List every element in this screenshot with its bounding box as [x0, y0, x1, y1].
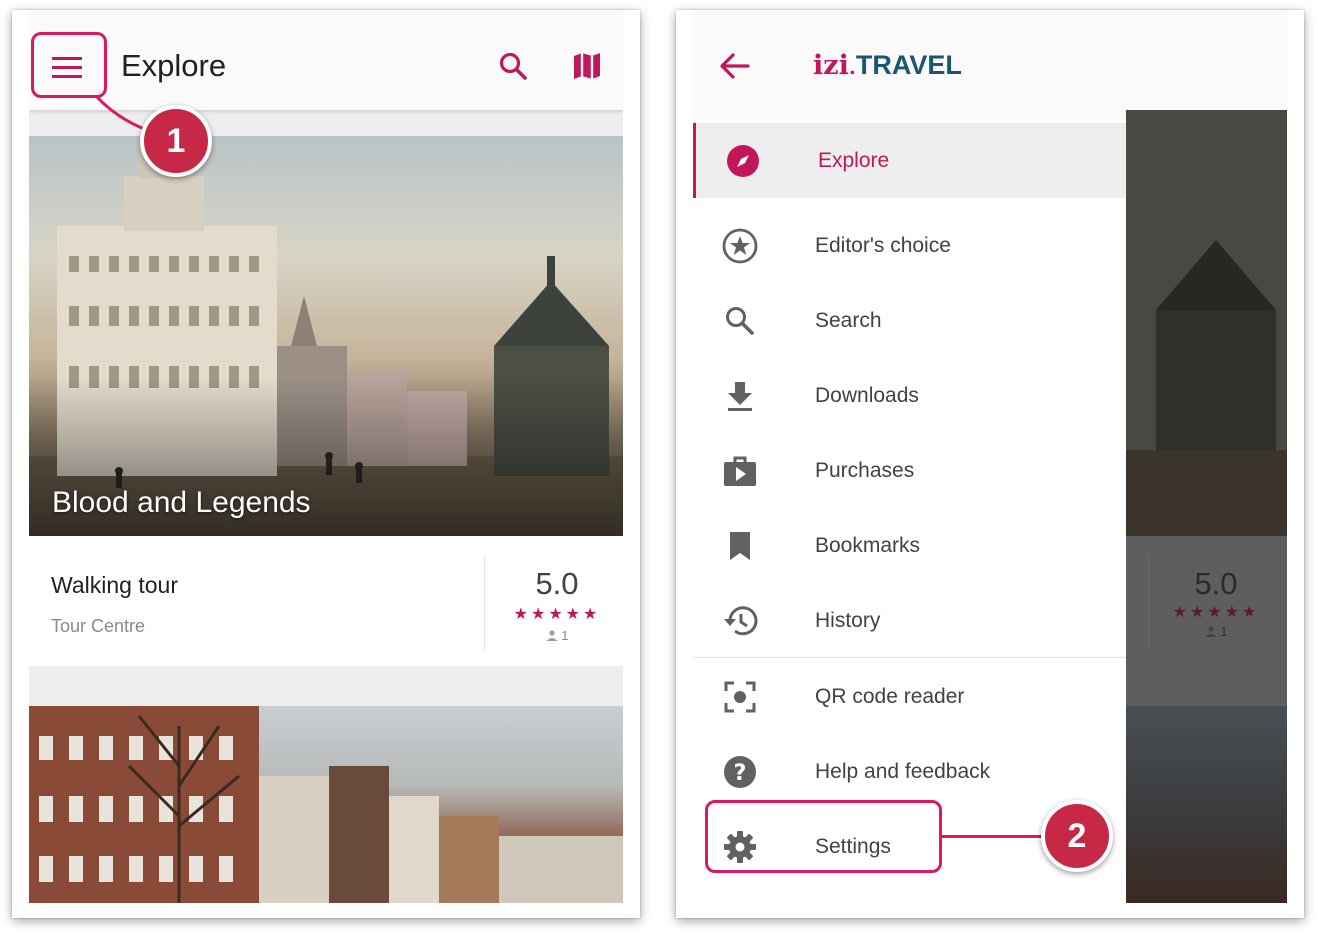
logo-dot: .	[848, 55, 856, 79]
drawer-divider	[693, 657, 1126, 658]
callout-2-connector	[942, 835, 1044, 838]
backdrop-review-count-value: 1	[1220, 624, 1228, 639]
drawer-item-label: Help and feedback	[815, 759, 991, 783]
download-icon	[720, 376, 760, 416]
drawer-item-label: Purchases	[815, 458, 915, 482]
drawer-item-label: QR code reader	[815, 684, 965, 708]
backdrop-rating-score: 5.0	[1194, 566, 1238, 601]
drawer-item-label: Search	[815, 308, 882, 332]
tour-author: Tour Centre	[51, 616, 146, 636]
info-divider	[484, 556, 485, 650]
navigation-drawer: Explore Editor's choice Search Downloads	[693, 120, 1126, 903]
drawer-item-explore[interactable]: Explore	[693, 123, 1126, 198]
search-button[interactable]	[493, 46, 533, 86]
tour-image: Blood and Legends	[29, 136, 623, 536]
person-icon	[546, 628, 562, 643]
tour-rating: 5.0 ★★★★★ 1	[499, 566, 615, 643]
tour-info: Walking tour Tour Centre 5.0 ★★★★★ 1	[29, 536, 623, 666]
drawer-header: izi.TRAVEL	[693, 10, 1287, 110]
backdrop-next-card	[1126, 706, 1287, 903]
tour-card-next[interactable]	[29, 706, 623, 903]
settings-highlight	[705, 800, 942, 873]
svg-text:?: ?	[734, 761, 747, 786]
drawer-item-qr-code-reader[interactable]: QR code reader	[693, 659, 1126, 734]
drawer-item-history[interactable]: History	[693, 583, 1126, 658]
drawer-item-bookmarks[interactable]: Bookmarks	[693, 508, 1126, 583]
drawer-item-help-and-feedback[interactable]: ? Help and feedback	[693, 734, 1126, 809]
drawer-item-label: Downloads	[815, 383, 919, 407]
tour-card[interactable]: Blood and Legends Walking tour Tour Cent…	[29, 136, 623, 666]
qr-scan-icon	[720, 677, 760, 717]
help-icon: ?	[720, 752, 760, 792]
back-button[interactable]	[713, 48, 757, 84]
drawer-content: izi.TRAVEL 5.0 ★★★★★ 1 Explore Editor's …	[693, 10, 1287, 903]
drawer-item-label: Editor's choice	[815, 233, 951, 257]
backdrop-painting	[1126, 110, 1287, 536]
dimmed-backdrop[interactable]: 5.0 ★★★★★ 1	[1126, 110, 1287, 903]
map-button[interactable]	[567, 46, 607, 86]
backdrop-divider	[1148, 556, 1149, 650]
back-arrow-icon	[720, 53, 750, 79]
step-badge-2: 2	[1041, 800, 1113, 872]
drawer-item-downloads[interactable]: Downloads	[693, 358, 1126, 433]
explore-screen: Explore Blood and Legends Walking tour T…	[12, 10, 640, 918]
compass-icon	[723, 141, 763, 181]
map-icon	[572, 51, 602, 81]
backdrop-rating-stars: ★★★★★	[1172, 604, 1260, 621]
backdrop-review-count: 1	[1154, 624, 1278, 639]
logo-suffix: TRAVEL	[855, 50, 962, 80]
tour-type: Walking tour	[51, 572, 178, 598]
backdrop-card-info: 5.0 ★★★★★ 1	[1126, 536, 1287, 706]
backdrop-person-icon	[1205, 624, 1221, 639]
search-icon	[498, 51, 528, 81]
page-title: Explore	[121, 48, 227, 83]
search-icon	[720, 301, 760, 341]
izi-travel-logo: izi.TRAVEL	[813, 50, 962, 81]
canal-houses-illustration	[29, 706, 623, 903]
tour-title: Blood and Legends	[52, 486, 311, 519]
logo-prefix: izi	[813, 50, 849, 81]
drawer-item-editors-choice[interactable]: Editor's choice	[693, 208, 1126, 283]
navigation-drawer-screen: izi.TRAVEL 5.0 ★★★★★ 1 Explore Editor's …	[676, 10, 1304, 918]
rating-stars: ★★★★★	[513, 606, 601, 623]
menu-highlight	[31, 32, 107, 98]
rating-score: 5.0	[535, 566, 579, 601]
purchases-icon	[720, 451, 760, 491]
drawer-item-label: Bookmarks	[815, 533, 921, 557]
drawer-item-search[interactable]: Search	[693, 283, 1126, 358]
drawer-item-label: History	[815, 608, 881, 632]
drawer-item-purchases[interactable]: Purchases	[693, 433, 1126, 508]
step-badge-1: 1	[140, 105, 212, 177]
drawer-item-label: Explore	[818, 148, 890, 172]
review-count-value: 1	[561, 628, 569, 643]
review-count: 1	[499, 628, 615, 643]
history-icon	[720, 601, 760, 641]
bookmark-icon	[720, 526, 760, 566]
star-circle-icon	[720, 226, 760, 266]
